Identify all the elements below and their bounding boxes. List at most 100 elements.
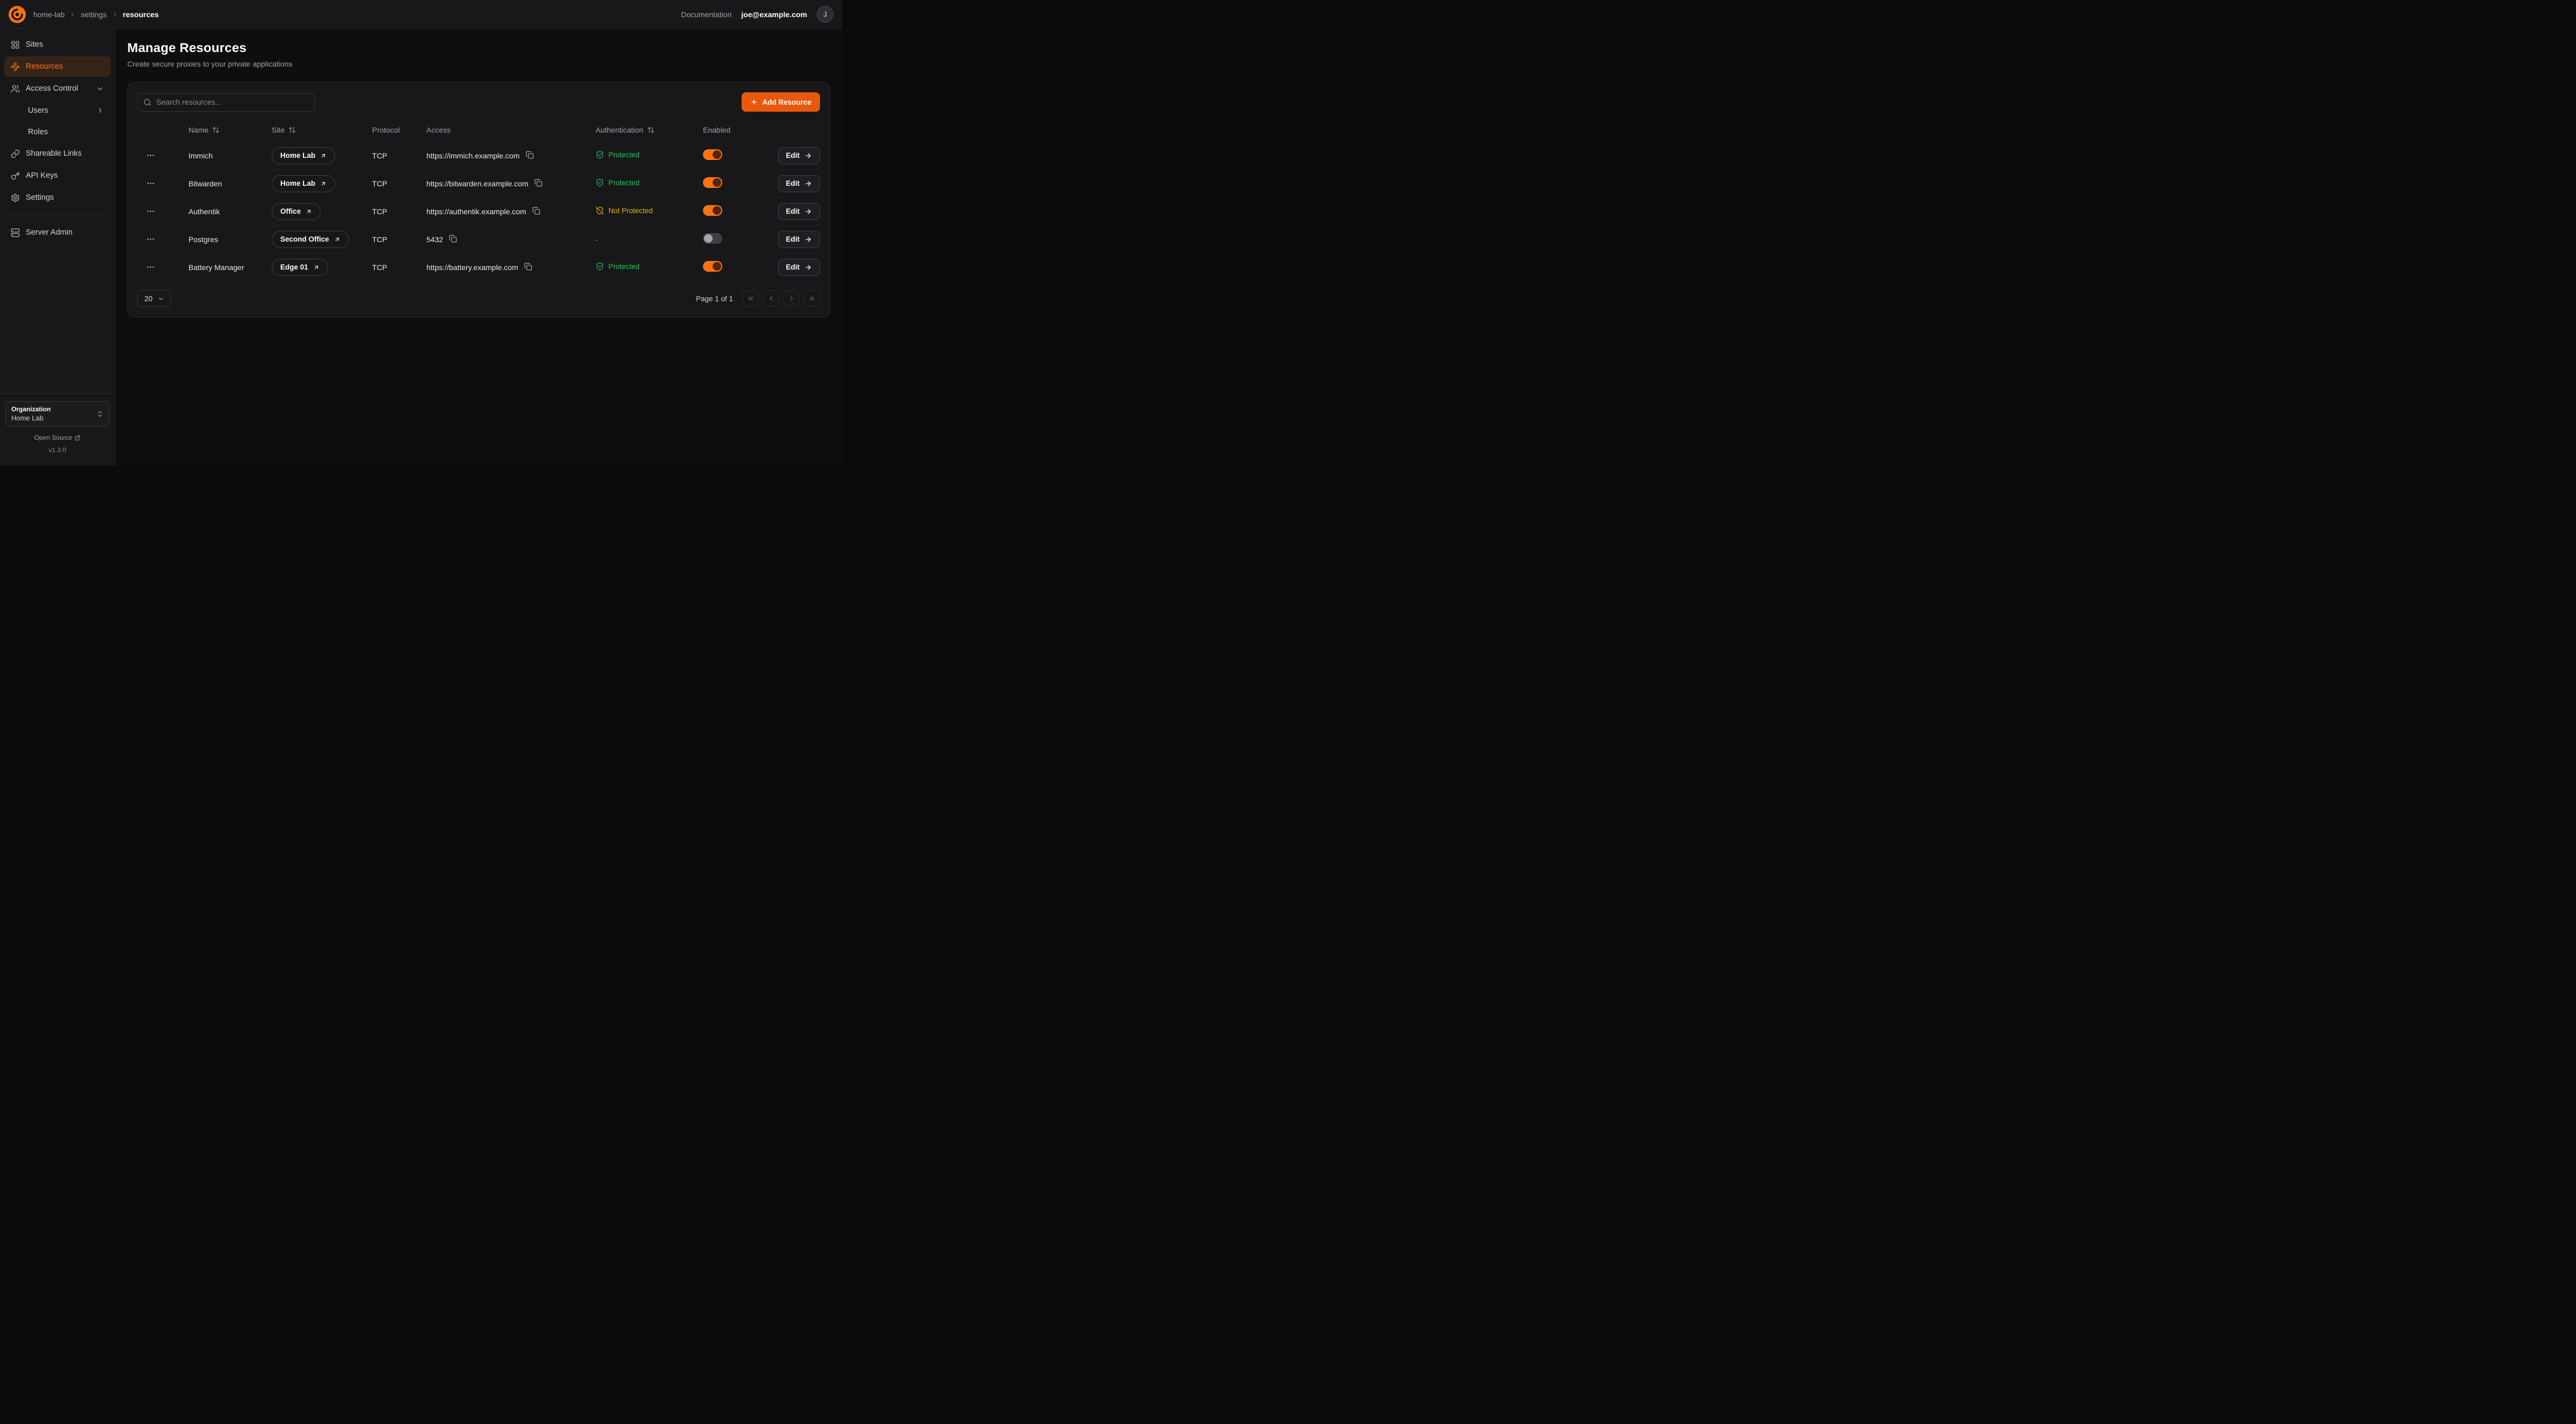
- enabled-toggle[interactable]: [703, 205, 722, 216]
- arrow-right-icon: [804, 152, 812, 159]
- site-link[interactable]: Home Lab: [272, 147, 335, 164]
- table-row: Bitwarden Home Lab TCP https://bitwarden…: [137, 170, 820, 198]
- prev-page-button[interactable]: [763, 290, 779, 307]
- enabled-toggle[interactable]: [703, 177, 722, 188]
- sidebar: Sites Resources Access Control Users Rol…: [0, 29, 115, 466]
- page-size-select[interactable]: 20: [137, 290, 171, 307]
- version-label: v1.3.0: [5, 446, 110, 459]
- site-link[interactable]: Edge 01: [272, 259, 328, 276]
- arrow-right-icon: [804, 180, 812, 187]
- row-menu-button[interactable]: [146, 178, 158, 190]
- copy-icon[interactable]: [526, 151, 535, 161]
- enabled-toggle[interactable]: [703, 233, 722, 244]
- table-header: Name Site Protocol Access: [137, 118, 820, 142]
- site-link[interactable]: Second Office: [272, 231, 349, 248]
- row-menu-button[interactable]: [146, 206, 158, 217]
- app-logo-icon[interactable]: [9, 6, 26, 23]
- sidebar-item-server-admin[interactable]: Server Admin: [4, 222, 111, 243]
- plus-icon: [750, 98, 758, 106]
- sidebar-item-users[interactable]: Users: [4, 100, 111, 120]
- copy-icon[interactable]: [449, 235, 459, 244]
- resource-name: Immich: [188, 151, 272, 160]
- sidebar-item-shareable-links[interactable]: Shareable Links: [4, 143, 111, 164]
- table-row: Battery Manager Edge 01 TCP https://batt…: [137, 253, 820, 281]
- breadcrumb: home-lab settings resources: [33, 10, 159, 19]
- resource-access: https://authentik.example.com: [426, 207, 526, 216]
- auth-status-label: Protected: [608, 151, 640, 159]
- edit-button-label: Edit: [786, 263, 800, 271]
- sidebar-item-label: Roles: [28, 128, 48, 136]
- resource-access: https://battery.example.com: [426, 263, 518, 272]
- sidebar-item-access-control[interactable]: Access Control: [4, 78, 111, 99]
- next-page-button[interactable]: [783, 290, 800, 307]
- auth-status-label: Protected: [608, 179, 640, 187]
- site-name: Second Office: [280, 235, 329, 243]
- sort-icon: [288, 126, 296, 134]
- external-link-arrow-icon: [306, 208, 312, 215]
- edit-button-label: Edit: [786, 235, 800, 243]
- org-selector[interactable]: Organization Home Lab: [5, 401, 110, 426]
- sidebar-item-label: Shareable Links: [26, 149, 82, 158]
- edit-button[interactable]: Edit: [778, 147, 821, 164]
- row-menu-button[interactable]: [146, 150, 158, 162]
- enabled-toggle[interactable]: [703, 261, 722, 272]
- resource-protocol: TCP: [372, 207, 426, 216]
- site-link[interactable]: Office: [272, 203, 321, 220]
- auth-status: Protected: [596, 150, 640, 159]
- copy-icon[interactable]: [524, 263, 534, 272]
- breadcrumb-settings[interactable]: settings: [81, 10, 106, 19]
- resource-name: Postgres: [188, 235, 272, 244]
- ellipsis-icon: [146, 179, 155, 188]
- sidebar-item-settings[interactable]: Settings: [4, 187, 111, 208]
- resource-protocol: TCP: [372, 151, 426, 160]
- ellipsis-icon: [146, 151, 155, 160]
- first-page-button[interactable]: [743, 290, 759, 307]
- key-icon: [11, 171, 20, 180]
- column-label: Access: [426, 126, 451, 134]
- enabled-toggle[interactable]: [703, 149, 722, 160]
- pagination: Page 1 of 1: [696, 290, 820, 307]
- copy-icon[interactable]: [532, 207, 542, 216]
- user-email: joe@example.com: [741, 10, 807, 19]
- arrow-right-icon: [804, 236, 812, 243]
- top-header: home-lab settings resources Documentatio…: [0, 0, 842, 29]
- edit-button[interactable]: Edit: [778, 203, 821, 220]
- column-header-site[interactable]: Site: [272, 126, 372, 134]
- sidebar-item-sites[interactable]: Sites: [4, 34, 111, 55]
- column-header-name[interactable]: Name: [188, 126, 272, 134]
- arrow-right-icon: [804, 208, 812, 215]
- sidebar-item-resources[interactable]: Resources: [4, 56, 111, 77]
- documentation-link[interactable]: Documentation: [681, 10, 731, 19]
- sidebar-item-roles[interactable]: Roles: [4, 122, 111, 142]
- resource-access: https://immich.example.com: [426, 151, 520, 160]
- resource-access: https://bitwarden.example.com: [426, 179, 528, 188]
- auth-status-label: -: [596, 236, 598, 244]
- user-avatar[interactable]: J: [817, 6, 833, 23]
- last-page-button[interactable]: [804, 290, 820, 307]
- link-icon: [11, 149, 20, 158]
- sidebar-footer: Organization Home Lab Open Source v1.3.0: [0, 393, 115, 466]
- copy-icon[interactable]: [534, 179, 544, 188]
- sidebar-item-api-keys[interactable]: API Keys: [4, 165, 111, 186]
- site-name: Office: [280, 207, 301, 215]
- auth-status: Protected: [596, 178, 640, 187]
- sort-icon: [212, 126, 220, 134]
- resource-protocol: TCP: [372, 263, 426, 272]
- open-source-link[interactable]: Open Source: [5, 434, 110, 441]
- add-resource-button[interactable]: Add Resource: [742, 92, 820, 112]
- edit-button[interactable]: Edit: [778, 259, 821, 276]
- site-link[interactable]: Home Lab: [272, 175, 335, 192]
- ellipsis-icon: [146, 263, 155, 272]
- edit-button[interactable]: Edit: [778, 231, 821, 248]
- chevrons-up-down-icon: [96, 410, 104, 418]
- sidebar-nav: Sites Resources Access Control Users Rol…: [4, 34, 111, 393]
- edit-button[interactable]: Edit: [778, 175, 821, 192]
- row-menu-button[interactable]: [146, 234, 158, 245]
- table-body: Immich Home Lab TCP https://immich.examp…: [137, 142, 820, 281]
- search-input[interactable]: [137, 93, 315, 112]
- column-header-authentication[interactable]: Authentication: [596, 126, 703, 134]
- page-title: Manage Resources: [127, 41, 830, 56]
- open-source-label: Open Source: [34, 434, 72, 441]
- row-menu-button[interactable]: [146, 261, 158, 273]
- breadcrumb-org[interactable]: home-lab: [33, 10, 64, 19]
